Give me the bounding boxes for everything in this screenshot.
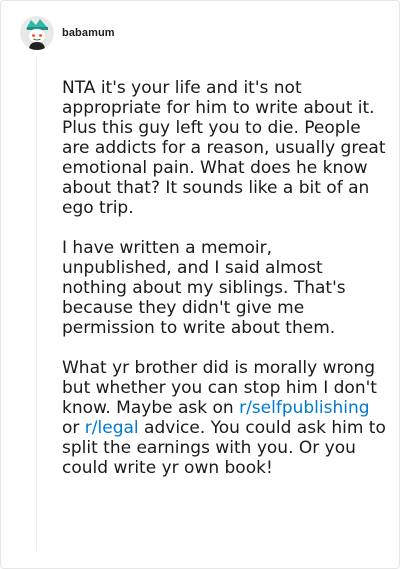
subreddit-link-legal[interactable]: r/legal <box>85 418 139 438</box>
thread-line[interactable] <box>36 57 37 551</box>
comment-paragraph: What yr brother did is morally wrong but… <box>62 358 387 478</box>
comment-card: babamum NTA it's your life and it's not … <box>0 0 400 569</box>
subreddit-link-selfpublishing[interactable]: r/selfpublishing <box>239 398 369 418</box>
comment-body: NTA it's your life and it's not appropri… <box>62 78 387 478</box>
username[interactable]: babamum <box>62 27 115 39</box>
comment-paragraph: NTA it's your life and it's not appropri… <box>62 78 386 218</box>
snoo-avatar-icon[interactable] <box>20 16 54 50</box>
comment-paragraph: I have written a memoir, unpublished, an… <box>62 238 346 338</box>
paragraph-text: or <box>62 418 85 438</box>
